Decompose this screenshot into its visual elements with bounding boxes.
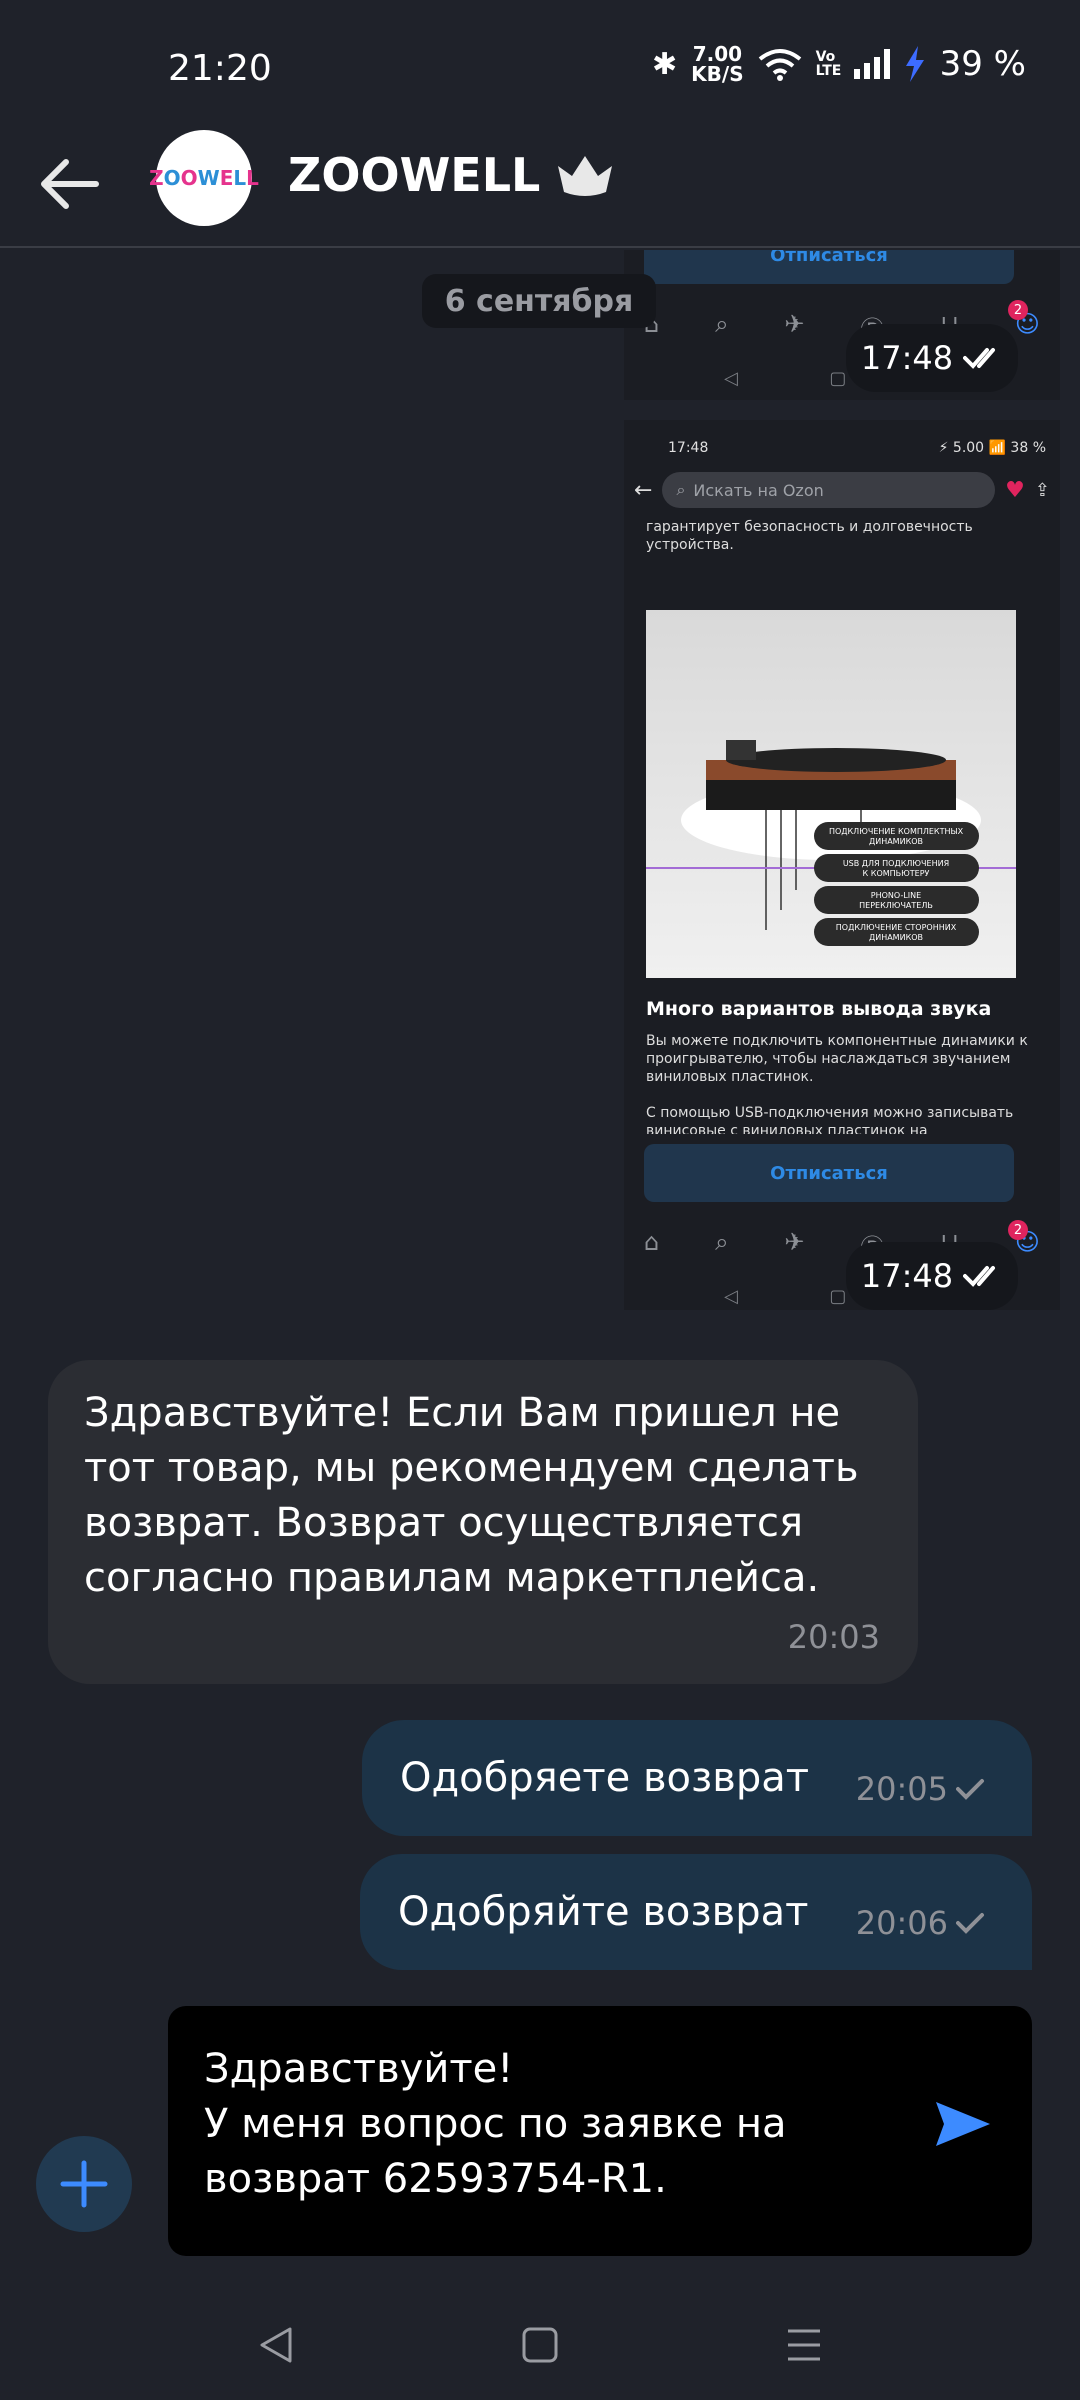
time-text: 20:05 xyxy=(855,1770,948,1808)
status-time: 21:20 xyxy=(168,48,272,89)
avatar-letter: L xyxy=(233,166,247,190)
incoming-message-time: 20:03 xyxy=(787,1618,880,1656)
net-speed-unit: KB/S xyxy=(691,62,744,86)
image-status-right: ⚡ 5.00 📶 38 % xyxy=(938,440,1046,456)
nav-home-icon[interactable] xyxy=(518,2323,562,2367)
outgoing-message[interactable]: Одобряете возврат 20:05 xyxy=(362,1720,1032,1836)
wifi-icon xyxy=(758,49,801,81)
back-button[interactable] xyxy=(36,148,108,220)
double-check-icon xyxy=(963,348,996,369)
avatar-letter: E xyxy=(219,166,234,190)
double-check-icon xyxy=(963,1266,996,1287)
search-icon: ⌕ xyxy=(715,310,729,338)
image-status-bar: 17:48 ⚡ 5.00 📶 38 % xyxy=(654,440,1046,456)
callout-1b: ДИНАМИКОВ xyxy=(869,837,923,846)
date-separator: 6 сентября xyxy=(422,274,656,328)
message-time-2: 17:48 xyxy=(846,1242,1018,1310)
outgoing-message-time: 20:06 xyxy=(856,1904,986,1942)
callout-2b: К КОМПЬЮТЕРУ xyxy=(863,869,930,878)
avatar-letter: O xyxy=(163,166,181,190)
image-search-row: ← ⌕ Искать на Ozon ♥ ⇪ xyxy=(634,470,1050,510)
chat-title[interactable]: ZOOWELL xyxy=(288,148,616,202)
image-status-time: 17:48 xyxy=(668,440,709,456)
bluetooth-icon: ✱ xyxy=(652,46,678,82)
callout-4: ПОДКЛЮЧЕНИЕ СТОРОННИХ xyxy=(836,923,957,932)
chat-header: Z O O W E L L ZOOWELL xyxy=(0,120,1080,248)
battery-percent: 39 % xyxy=(939,44,1026,84)
message-input[interactable]: Здравствуйте! У меня вопрос по заявке на… xyxy=(168,2006,1032,2256)
nav-home-icon: ▢ xyxy=(829,368,847,389)
image-product-desc: Вы можете подключить компонентные динами… xyxy=(646,1033,1028,1085)
nav-back-icon: ◁ xyxy=(724,368,738,389)
chat-title-text: ZOOWELL xyxy=(288,148,541,202)
avatar-letter: L xyxy=(246,166,259,190)
system-nav-bar xyxy=(0,2290,1080,2400)
avatar[interactable]: Z O O W E L L xyxy=(149,130,259,226)
net-speed-value: 7.00 xyxy=(692,42,743,66)
back-arrow-icon xyxy=(41,159,99,209)
image-product-title: Много вариантов вывода звука xyxy=(646,998,992,1020)
send-button[interactable] xyxy=(930,2092,994,2156)
image-search-box: ⌕ Искать на Ozon xyxy=(662,472,996,508)
message-time: 17:48 xyxy=(846,324,1018,392)
outgoing-message[interactable]: Одобряйте возврат 20:06 xyxy=(360,1854,1032,1970)
time-text: 17:48 xyxy=(860,1257,954,1295)
callout-1: ПОДКЛЮЧЕНИЕ КОМПЛЕКТНЫХ xyxy=(829,827,964,836)
message-input-line: У меня вопрос по заявке на возврат 62593… xyxy=(204,2101,787,2202)
avatar-letter: O xyxy=(180,166,198,190)
outgoing-message-text: Одобряете возврат xyxy=(400,1755,810,1801)
heart-icon: ♥ xyxy=(1005,477,1025,503)
unsubscribe-button-image-2: Отписаться xyxy=(644,1144,1014,1202)
image-search-placeholder: Искать на Ozon xyxy=(693,480,824,500)
image-text-top: гарантирует безопасность и долговечность… xyxy=(646,519,973,553)
turntable-image: ПОДКЛЮЧЕНИЕ КОМПЛЕКТНЫХ ДИНАМИКОВ USB ДЛ… xyxy=(646,610,1016,978)
incoming-message[interactable]: Здравствуйте! Если Вам пришел не тот тов… xyxy=(48,1360,918,1684)
search-icon: ⌕ xyxy=(715,1228,729,1256)
signal-icon xyxy=(853,49,890,79)
message-input-text[interactable]: Здравствуйте! У меня вопрос по заявке на… xyxy=(204,2042,904,2207)
callout-3b: ПЕРЕКЛЮЧАТЕЛЬ xyxy=(859,901,933,910)
nav-home-icon: ▢ xyxy=(829,1286,847,1307)
turntable-illustration: ПОДКЛЮЧЕНИЕ КОМПЛЕКТНЫХ ДИНАМИКОВ USB ДЛ… xyxy=(646,740,1016,946)
notification-badge-1: 2 xyxy=(1008,300,1028,320)
home-icon: ⌂ xyxy=(644,1228,660,1256)
callout-2: USB ДЛЯ ПОДКЛЮЧЕНИЯ xyxy=(843,859,949,868)
callout-4b: ДИНАМИКОВ xyxy=(869,933,923,942)
charging-icon xyxy=(905,46,924,82)
plus-icon xyxy=(60,2160,108,2208)
notification-badge: 2 xyxy=(1008,1220,1028,1240)
nav-menu-icon[interactable] xyxy=(782,2323,826,2367)
time-text: 17:48 xyxy=(860,339,954,377)
callout-3: PHONO-LINE xyxy=(871,891,921,900)
unsubscribe-button-image: Отписаться xyxy=(644,250,1014,284)
outgoing-message-time: 20:05 xyxy=(856,1770,986,1808)
outgoing-message-text: Одобряйте возврат xyxy=(398,1889,809,1935)
avatar-letter: W xyxy=(197,166,220,190)
status-bar: 21:20 ✱ 7.00 KB/S Vo LTE 39 % xyxy=(0,0,1080,140)
incoming-message-text: Здравствуйте! Если Вам пришел не тот тов… xyxy=(84,1390,859,1601)
check-icon xyxy=(956,1913,984,1934)
plane-icon: ✈ xyxy=(784,310,805,338)
share-icon: ⇪ xyxy=(1034,479,1050,501)
screenshot-image-2[interactable]: 17:48 ⚡ 5.00 📶 38 % ← ⌕ Искать на Ozon ♥… xyxy=(624,420,1060,1310)
time-text: 20:06 xyxy=(855,1904,948,1942)
send-icon xyxy=(936,2102,990,2146)
avatar-letter: Z xyxy=(149,166,164,190)
nav-back-icon: ◁ xyxy=(724,1286,738,1307)
nav-back-icon[interactable] xyxy=(254,2323,298,2367)
crown-icon xyxy=(558,156,613,196)
net-speed: 7.00 KB/S xyxy=(691,44,743,84)
image-product-desc-2: С помощью USB-подключения можно записыва… xyxy=(646,1105,1014,1134)
attach-button[interactable] xyxy=(36,2136,132,2232)
image-search-icon: ⌕ xyxy=(676,480,686,499)
volte-icon: Vo LTE xyxy=(815,49,842,79)
image-back-icon: ← xyxy=(634,477,653,503)
status-icons: ✱ 7.00 KB/S Vo LTE 39 % xyxy=(652,44,1026,84)
message-input-line: Здравствуйте! xyxy=(204,2046,514,2092)
plane-icon: ✈ xyxy=(784,1228,805,1256)
check-icon xyxy=(956,1779,984,1800)
